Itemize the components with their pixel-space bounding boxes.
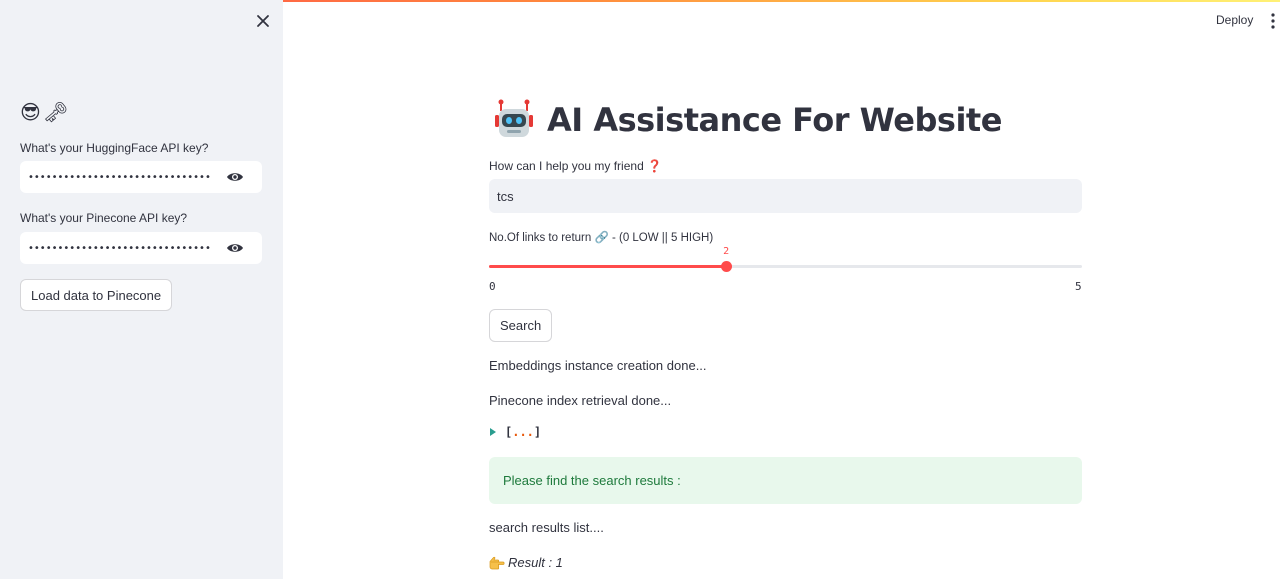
eye-icon[interactable] (226, 241, 244, 255)
links-slider-thumb[interactable] (721, 261, 733, 272)
links-slider-fill (489, 265, 727, 268)
status-pinecone: Pinecone index retrieval done... (489, 393, 672, 408)
json-ellipsis: ... (512, 425, 534, 439)
deploy-button[interactable]: Deploy (1216, 13, 1253, 27)
slider-max-label: 5 (1075, 280, 1082, 293)
page-title: AI Assistance For Website (547, 101, 1002, 139)
caret-right-icon[interactable] (489, 427, 497, 437)
result-item: Result : 1 (489, 555, 563, 570)
success-message: Please find the search results : (503, 473, 681, 488)
results-list-text: search results list.... (489, 520, 604, 535)
query-label: How can I help you my friend ❓ (489, 159, 662, 173)
links-slider-value: 2 (723, 246, 730, 257)
success-alert: Please find the search results : (489, 457, 1082, 504)
links-slider-track[interactable]: 2 (489, 246, 1082, 272)
pinecone-key-label: What's your Pinecone API key? (20, 211, 188, 225)
status-embeddings: Embeddings instance creation done... (489, 358, 707, 373)
pinecone-key-input[interactable] (20, 232, 220, 264)
more-menu-icon[interactable] (1268, 12, 1278, 30)
huggingface-key-input[interactable] (20, 161, 220, 193)
page-title-row: AI Assistance For Website (493, 98, 1002, 142)
question-mark-icon: ❓ (647, 159, 663, 173)
query-input[interactable] (489, 179, 1082, 213)
json-expander[interactable]: [...] (489, 425, 541, 439)
query-label-text: How can I help you my friend (489, 159, 644, 173)
slider-label: No.Of links to return 🔗 - (0 LOW || 5 HI… (489, 232, 714, 244)
slider-min-label: 0 (489, 280, 496, 293)
pointing-hand-icon (489, 556, 505, 569)
huggingface-key-field (20, 161, 262, 193)
result-item-label: Result : 1 (508, 555, 563, 570)
sidebar: 😎🗝 What's your HuggingFace API key? What… (0, 0, 283, 579)
json-bracket-close: ] (533, 425, 542, 439)
eye-icon[interactable] (226, 170, 244, 184)
search-button[interactable]: Search (489, 309, 553, 342)
sidebar-emoji: 😎🗝 (20, 100, 71, 124)
pinecone-key-field (20, 232, 262, 264)
close-icon[interactable] (254, 12, 272, 30)
load-data-button[interactable]: Load data to Pinecone (20, 279, 173, 311)
json-preview: [...] (505, 425, 541, 439)
huggingface-key-label: What's your HuggingFace API key? (20, 141, 209, 155)
robot-icon (495, 99, 533, 137)
